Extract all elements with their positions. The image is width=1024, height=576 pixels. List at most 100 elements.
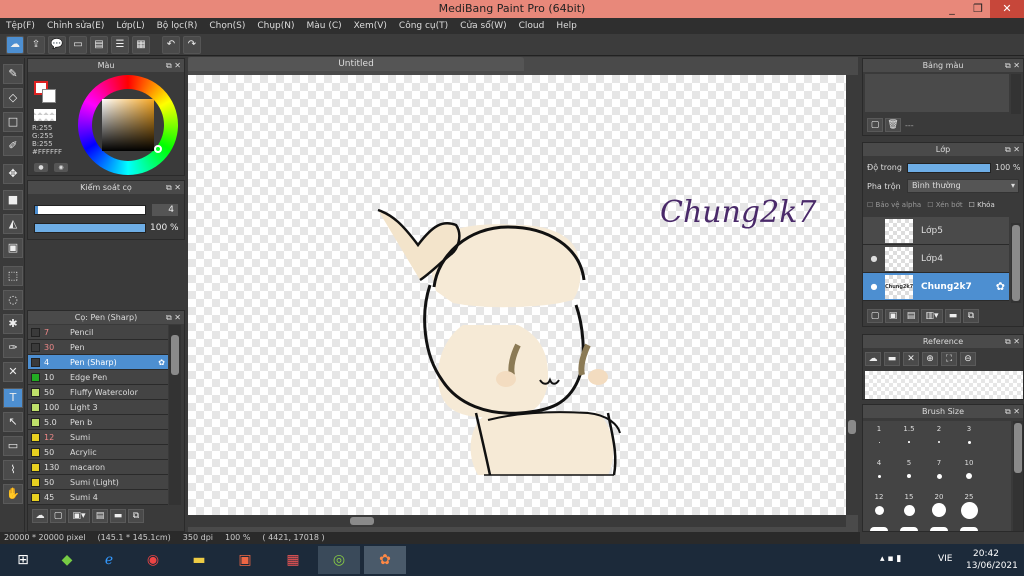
select-pen-icon[interactable]: ✑ <box>3 338 23 358</box>
hand-tool-icon[interactable]: ✋ <box>3 484 23 504</box>
operation-tool-icon[interactable]: ↖ <box>3 412 23 432</box>
menu-file[interactable]: Tệp(F) <box>6 21 35 31</box>
minimize-button[interactable]: _ <box>940 0 964 18</box>
color-picker-button[interactable]: ◉ <box>54 163 68 172</box>
layer-merge-icon[interactable]: ▤ <box>903 309 919 323</box>
delete-color-icon[interactable]: 🗑 <box>885 118 901 132</box>
brush-item[interactable]: 12 Sumi <box>28 430 168 445</box>
reference-zoom-in-icon[interactable]: ⊕ <box>922 352 938 366</box>
brush-size-option[interactable]: 4 <box>865 459 893 478</box>
bucket-tool-icon[interactable]: ◭ <box>3 214 23 234</box>
app-icon[interactable]: ▦ <box>272 546 314 574</box>
undo-icon[interactable]: ↶ <box>162 35 180 54</box>
document-icon[interactable]: ▤ <box>90 35 108 54</box>
layer-scrollbar[interactable] <box>1011 223 1021 303</box>
brush-item[interactable]: 50 Sumi (Light) <box>28 475 168 490</box>
brush-item[interactable]: 50 Acrylic <box>28 445 168 460</box>
file-explorer-icon[interactable]: ▬ <box>178 546 220 574</box>
brush-item[interactable]: 5.0 Pen b <box>28 415 168 430</box>
brush-item[interactable]: 100 Light 3 <box>28 400 168 415</box>
fill-rect-tool-icon[interactable]: ■ <box>3 190 23 210</box>
blend-mode-select[interactable]: Bình thường ▾ <box>907 179 1019 193</box>
brush-item[interactable]: 130 macaron <box>28 460 168 475</box>
brush-size-slider[interactable] <box>34 205 146 215</box>
magic-wand-icon[interactable]: ✱ <box>3 314 23 334</box>
panel-close-icon[interactable]: ⧉ ✕ <box>1005 59 1020 72</box>
brush-size-scrollbar[interactable] <box>1013 421 1023 531</box>
text-tool-icon[interactable]: T <box>3 388 23 408</box>
layer-duplicate-icon[interactable]: ⧉ <box>963 309 979 323</box>
layer-row[interactable]: Lớp5 <box>863 217 1009 245</box>
brush-item[interactable]: 10 Edge Pen <box>28 370 168 385</box>
menu-select[interactable]: Chọn(S) <box>209 21 245 31</box>
tray-arrow-icon[interactable]: ▴ ▪ ▮ <box>880 554 901 564</box>
divide-tool-icon[interactable]: ▭ <box>3 436 23 456</box>
panel-close-icon[interactable]: ⧉ ✕ <box>166 59 181 72</box>
redo-icon[interactable]: ↷ <box>183 35 201 54</box>
clipping-checkbox[interactable]: ☐ Xén bớt <box>927 201 962 209</box>
menu-window[interactable]: Cửa sổ(W) <box>460 21 506 31</box>
panel-close-icon[interactable]: ⧉ ✕ <box>166 181 181 194</box>
brush-cloud-icon[interactable]: ☁ <box>32 509 48 523</box>
transparent-swatch[interactable] <box>34 109 56 121</box>
layer-folder-icon[interactable]: ▬ <box>945 309 961 323</box>
brush-opacity-slider[interactable] <box>34 223 146 233</box>
brush-size-option[interactable]: 2 <box>925 425 953 443</box>
tab-untitled[interactable]: Untitled <box>188 57 524 71</box>
reference-fit-icon[interactable]: ⛶ <box>941 352 957 366</box>
brush-size-option[interactable]: 15 <box>895 493 923 516</box>
visibility-icon[interactable]: ● <box>863 254 885 263</box>
brush-size-option[interactable] <box>865 527 893 531</box>
layer-row[interactable]: ● Chung2k7 Chung2k7 ✿ <box>863 273 1009 301</box>
rect-tool-icon[interactable]: □ <box>3 112 23 132</box>
brush-size-option[interactable]: 20 <box>925 493 953 517</box>
powerpoint-icon[interactable]: ▣ <box>224 546 266 574</box>
clock[interactable]: 20:42 13/06/2021 <box>966 548 1018 572</box>
select-tool-icon[interactable]: ⬚ <box>3 266 23 286</box>
brush-size-option[interactable]: 1 <box>865 425 893 443</box>
brush-folder-icon[interactable]: ▬ <box>110 509 126 523</box>
layer-add-menu-icon[interactable]: ▥▾ <box>921 309 943 323</box>
move-tool-icon[interactable]: ✥ <box>3 164 23 184</box>
panel-close-icon[interactable]: ⧉ ✕ <box>1005 335 1020 348</box>
hue-wheel[interactable] <box>78 75 178 175</box>
brush-size-option[interactable] <box>925 527 953 531</box>
gear-icon[interactable]: ✿ <box>158 358 165 367</box>
close-button[interactable]: ✕ <box>990 0 1024 18</box>
protect-alpha-checkbox[interactable]: ☐ Bảo vệ alpha <box>867 201 921 209</box>
panel-close-icon[interactable]: ⧉ ✕ <box>1005 143 1020 156</box>
menu-edit[interactable]: Chỉnh sửa(E) <box>47 21 104 31</box>
secondary-color-swatch[interactable] <box>42 89 56 103</box>
start-icon[interactable]: ⊞ <box>2 546 44 574</box>
gradient-tool-icon[interactable]: ▣ <box>3 238 23 258</box>
brush-item[interactable]: 7 Pencil <box>28 325 168 340</box>
brush-size-option[interactable]: 12 <box>865 493 893 515</box>
brush-size-option[interactable] <box>955 527 983 531</box>
reference-open-icon[interactable]: ▬ <box>884 352 900 366</box>
new-layer-icon[interactable]: ▢ <box>867 309 883 323</box>
menu-filter[interactable]: Bộ lọc(R) <box>157 21 198 31</box>
eyedropper-icon[interactable]: ⌇ <box>3 460 23 480</box>
brush-list-scrollbar[interactable] <box>169 325 181 505</box>
pen-tool-icon[interactable]: ✐ <box>3 136 23 156</box>
panel-close-icon[interactable]: ⧉ ✕ <box>166 311 181 324</box>
layer-copy-icon[interactable]: ▣ <box>885 309 901 323</box>
duplicate-brush-icon[interactable]: ⧉ <box>128 509 144 523</box>
brush-item[interactable]: 45 Sumi 4 <box>28 490 168 505</box>
reference-close-icon[interactable]: ✕ <box>903 352 919 366</box>
brush-size-option[interactable] <box>895 527 923 531</box>
comment-icon[interactable]: 💬 <box>48 35 66 54</box>
grid-icon[interactable]: ▦ <box>132 35 150 54</box>
menu-snap[interactable]: Chụp(N) <box>257 21 294 31</box>
canvas-vertical-scrollbar[interactable] <box>846 75 858 515</box>
menu-color[interactable]: Màu (C) <box>307 21 342 31</box>
app-green-icon[interactable]: ◎ <box>318 546 360 574</box>
eraser-tool-icon[interactable]: ◇ <box>3 88 23 108</box>
internet-explorer-icon[interactable]: ℯ <box>88 546 130 574</box>
layer-row[interactable]: ● Lớp4 <box>863 245 1009 273</box>
select-eraser-icon[interactable]: ✕ <box>3 362 23 382</box>
brush-size-option[interactable]: 3 <box>955 425 983 444</box>
color-mode-button[interactable]: ● <box>34 163 48 172</box>
brush-item[interactable]: 30 Pen <box>28 340 168 355</box>
brush-settings-icon[interactable]: ▤ <box>92 509 108 523</box>
